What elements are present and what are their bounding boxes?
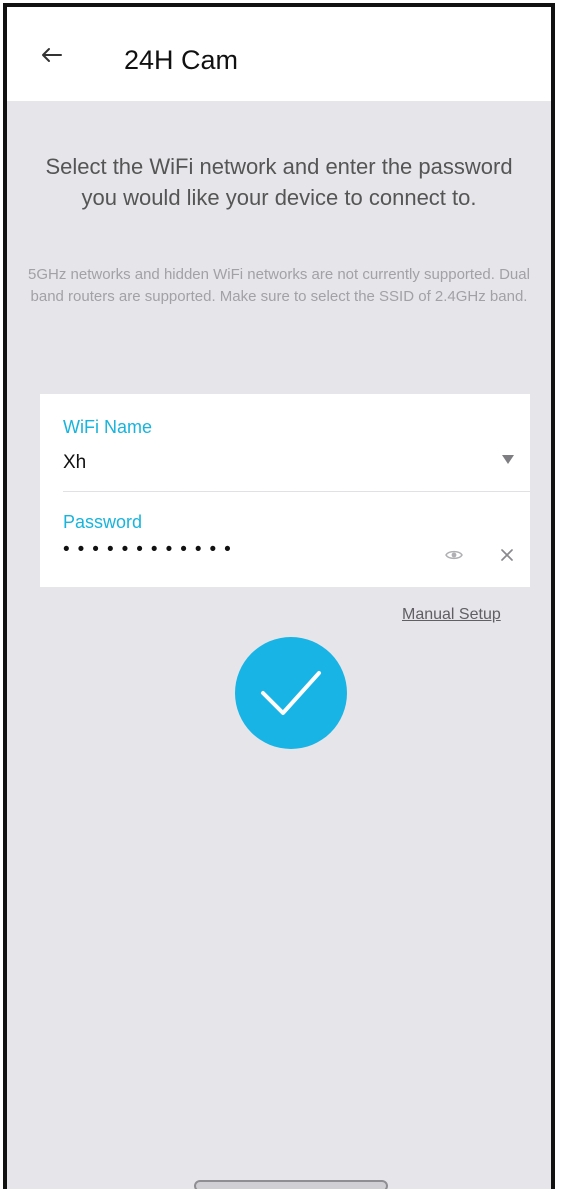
page-title: 24H Cam — [124, 45, 239, 75]
instruction-text: Select the WiFi network and enter the pa… — [45, 154, 513, 210]
manual-setup-link[interactable]: Manual Setup — [402, 606, 501, 624]
confirm-button[interactable] — [235, 637, 347, 749]
wifi-form-card: WiFi Name Xh Password •••••••••••• — [40, 394, 530, 587]
phone-screen: 24H Cam Select the WiFi network and ente… — [3, 3, 555, 1189]
password-field[interactable]: •••••••••••• — [63, 539, 239, 561]
dropdown-triangle-icon[interactable] — [502, 455, 514, 464]
field-divider — [63, 491, 530, 492]
support-note: 5GHz networks and hidden WiFi networks a… — [28, 266, 530, 305]
password-label: Password — [63, 512, 143, 532]
app-header: 24H Cam — [7, 7, 551, 101]
arrow-left-icon[interactable] — [41, 47, 63, 63]
check-icon — [261, 671, 321, 715]
wifi-name-value[interactable]: Xh — [63, 452, 86, 474]
close-icon[interactable] — [500, 548, 514, 562]
home-indicator — [194, 1180, 388, 1189]
wifi-name-label: WiFi Name — [63, 417, 152, 437]
eye-icon[interactable] — [445, 548, 463, 562]
